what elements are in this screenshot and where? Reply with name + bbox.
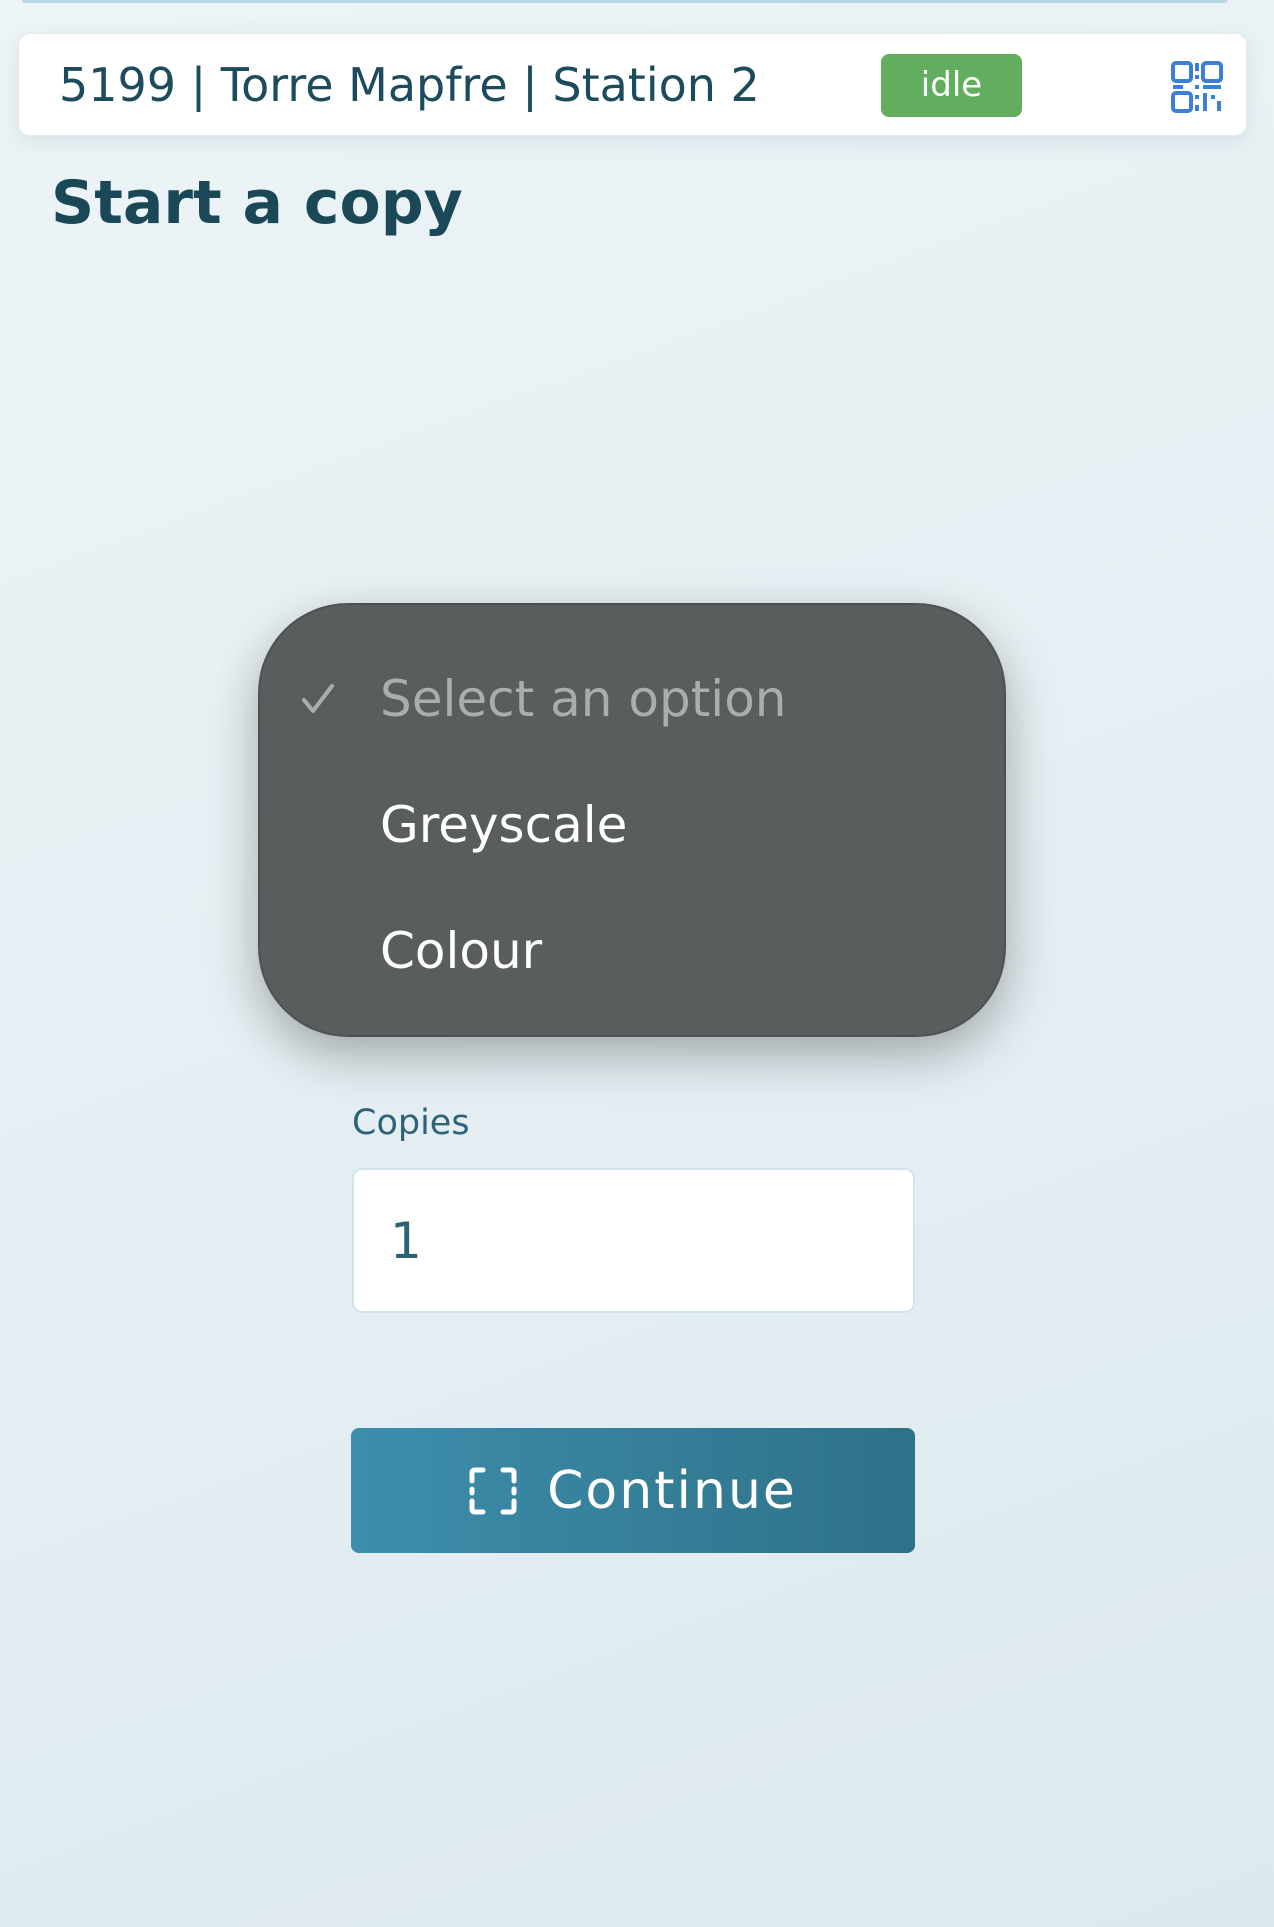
- station-header: 5199 | Torre Mapfre | Station 2 idle: [18, 33, 1247, 136]
- scan-frame-icon: [469, 1467, 517, 1515]
- dropdown-option-colour[interactable]: Colour: [260, 891, 1004, 1011]
- dropdown-option-label: Greyscale: [380, 796, 628, 854]
- dropdown-option-label: Colour: [380, 922, 543, 980]
- dropdown-option-select-an-option[interactable]: Select an option: [260, 639, 1004, 759]
- station-name: 5199 | Torre Mapfre | Station 2: [59, 58, 760, 112]
- checkmark-icon: [300, 639, 340, 759]
- qr-code-icon[interactable]: [1171, 61, 1223, 113]
- dropdown-option-label: Select an option: [380, 670, 787, 728]
- page-title: Start a copy: [51, 168, 463, 238]
- copies-input[interactable]: [352, 1168, 915, 1313]
- continue-button[interactable]: Continue: [351, 1428, 915, 1553]
- mode-dropdown-menu: Select an option Greyscale Colour: [258, 603, 1006, 1037]
- continue-label: Continue: [547, 1460, 797, 1521]
- copies-label: Copies: [352, 1103, 470, 1143]
- status-badge: idle: [881, 54, 1022, 117]
- dropdown-option-greyscale[interactable]: Greyscale: [260, 765, 1004, 885]
- top-strip: [22, 0, 1228, 3]
